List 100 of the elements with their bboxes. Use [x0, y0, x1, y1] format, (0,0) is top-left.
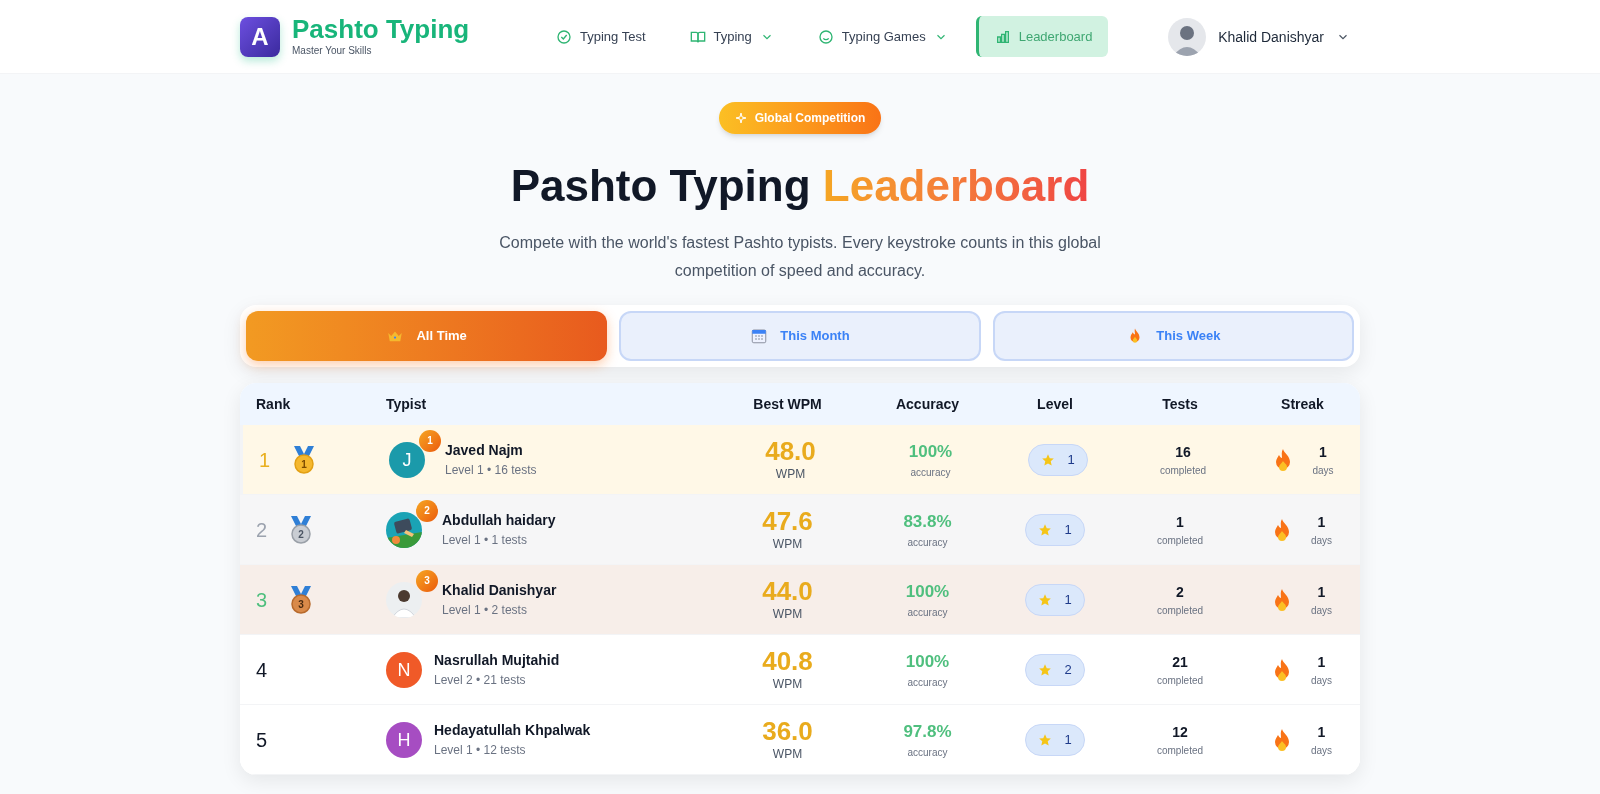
typist-details: Level 1 • 2 tests [442, 602, 528, 619]
level-badge: 1 [1025, 583, 1085, 616]
bar-chart-icon [994, 28, 1011, 45]
nav-link[interactable]: Typing Test [540, 16, 662, 57]
tests-count: 16 [1175, 442, 1191, 462]
star-icon [1038, 592, 1053, 607]
avatar: J [389, 441, 425, 478]
sparkle-icon [734, 112, 747, 124]
level-badge: 1 [1025, 513, 1085, 546]
streak-count: 1 [1317, 722, 1326, 742]
column-header: Best WPM [753, 396, 822, 412]
column-header: Streak [1281, 396, 1324, 412]
tests-count: 2 [1176, 582, 1184, 602]
accuracy-label: accuracy [907, 745, 948, 760]
calendar-icon [750, 327, 769, 345]
fire-icon [1272, 658, 1291, 681]
star-icon [1038, 732, 1053, 747]
rank-number: 3 [256, 587, 269, 613]
accuracy-value: 100% [908, 441, 953, 464]
star-icon [1038, 662, 1053, 677]
wpm-value: 48.0 [765, 436, 816, 465]
typist-name: Hedayatullah Khpalwak [434, 721, 591, 740]
logo-icon: A [240, 16, 280, 57]
competition-badge: Global Competition [718, 102, 882, 134]
brand-tagline: Master Your Skills [292, 44, 373, 58]
rank-number: 2 [256, 517, 269, 543]
level-badge: 2 [1025, 653, 1085, 686]
wpm-unit: WPM [772, 535, 803, 553]
tests-label: completed [1156, 533, 1204, 548]
typist-name: Khalid Danishyar [442, 581, 557, 600]
streak-label: days [1310, 533, 1333, 548]
user-avatar[interactable] [1168, 17, 1207, 56]
wpm-value: 40.8 [762, 646, 813, 675]
page-subtitle: Compete with the world's fastest Pashto typists. Every keystroke counts in this global competition of speed and accuracy. [498, 233, 1102, 281]
accuracy-label: accuracy [910, 465, 951, 480]
typist-details: Level 1 • 12 tests [434, 742, 527, 759]
typist-details: Level 1 • 1 tests [442, 532, 528, 549]
star-icon [1038, 522, 1053, 537]
wpm-unit: WPM [772, 745, 803, 763]
streak-count: 1 [1317, 512, 1326, 532]
wpm-value: 47.6 [762, 506, 813, 535]
typist-name: Javed Najm [445, 441, 524, 460]
typist-details: Level 2 • 21 tests [434, 672, 527, 689]
column-header: Rank [256, 396, 291, 412]
wpm-value: 36.0 [762, 716, 813, 745]
avatar: N [386, 651, 422, 688]
level-badge: 1 [1028, 443, 1088, 476]
tests-label: completed [1156, 673, 1204, 688]
tests-count: 21 [1172, 652, 1188, 672]
streak-label: days [1310, 673, 1333, 688]
rank-number: 4 [256, 657, 269, 683]
streak-count: 1 [1317, 582, 1326, 602]
typist-name: Abdullah haidary [442, 511, 556, 530]
avatar: H [386, 721, 422, 758]
tests-count: 1 [1176, 512, 1184, 532]
fire-icon [1272, 518, 1291, 541]
streak-count: 1 [1319, 442, 1327, 462]
nav-link[interactable]: Typing [673, 16, 790, 57]
column-header: Tests [1162, 396, 1198, 412]
fire-icon [1272, 588, 1291, 611]
streak-count: 1 [1317, 652, 1326, 672]
nav-link[interactable]: Typing Games [801, 16, 964, 57]
wpm-value: 44.0 [762, 576, 813, 605]
avatar [386, 581, 422, 618]
wpm-unit: WPM [772, 675, 803, 693]
tests-label: completed [1156, 743, 1204, 758]
accuracy-value: 100% [905, 651, 950, 674]
accuracy-label: accuracy [907, 675, 948, 690]
streak-label: days [1312, 463, 1334, 478]
rank-badge: 1 [419, 429, 441, 452]
streak-label: days [1310, 603, 1333, 618]
check-circle-icon [556, 28, 572, 45]
tests-count: 12 [1172, 722, 1188, 742]
streak-label: days [1310, 743, 1333, 758]
rank-badge: 2 [416, 499, 438, 522]
rank-number: 5 [256, 727, 269, 753]
accuracy-value: 83.8% [903, 511, 952, 534]
brand-name: Pashto Typing [292, 15, 470, 43]
star-icon [1041, 452, 1056, 467]
wpm-unit: WPM [775, 465, 806, 483]
typist-details: Level 1 • 16 tests [445, 462, 537, 479]
user-name[interactable]: Khalid Danishyar [1218, 26, 1324, 47]
accuracy-label: accuracy [907, 535, 948, 550]
tests-label: completed [1156, 603, 1204, 618]
accuracy-value: 100% [905, 581, 950, 604]
fire-icon [1272, 728, 1291, 751]
column-header: Accuracy [895, 396, 959, 412]
accuracy-value: 97.8% [903, 721, 952, 744]
page-title: Pashto Typing Leaderboard [510, 160, 1090, 212]
accuracy-label: accuracy [907, 605, 948, 620]
rank-number: 1 [259, 447, 272, 473]
tests-label: completed [1159, 463, 1207, 478]
level-badge: 1 [1025, 723, 1085, 756]
smiley-icon [817, 28, 834, 45]
rank-badge: 3 [416, 569, 438, 592]
column-header: Typist [386, 396, 427, 412]
typist-name: Nasrullah Mujtahid [434, 651, 560, 670]
column-header: Level [1037, 396, 1073, 412]
fire-icon [1274, 448, 1293, 471]
wpm-unit: WPM [772, 605, 803, 623]
